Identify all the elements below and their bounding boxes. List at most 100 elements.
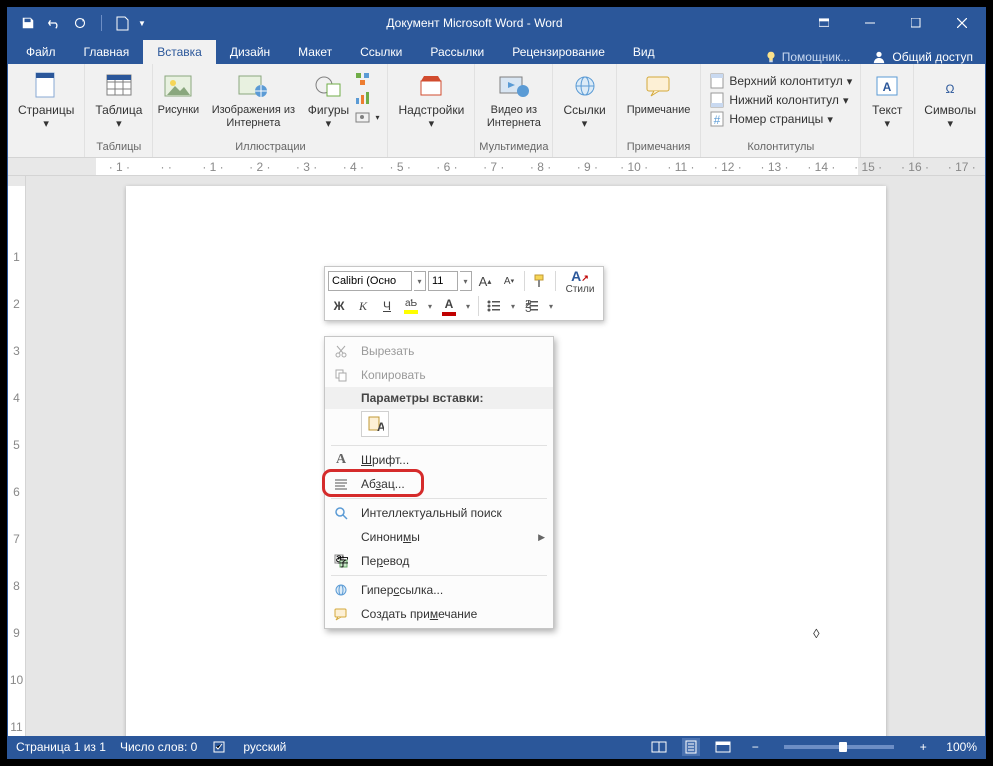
store-icon — [415, 70, 447, 102]
table-button[interactable]: Таблица▾ — [89, 68, 148, 132]
tab-mailings[interactable]: Рассылки — [416, 40, 498, 64]
new-doc-icon[interactable] — [110, 11, 134, 35]
highlight-button[interactable]: aƄ — [400, 295, 422, 317]
copy-icon — [331, 366, 351, 384]
tab-references[interactable]: Ссылки — [346, 40, 416, 64]
tab-insert[interactable]: Вставка — [143, 40, 216, 64]
comment-button[interactable]: Примечание — [621, 68, 697, 119]
smartart-button[interactable] — [351, 70, 383, 88]
bullets-icon[interactable] — [483, 295, 505, 317]
tab-home[interactable]: Главная — [70, 40, 144, 64]
group-text: A Текст▾ — [861, 64, 914, 157]
tell-me-search[interactable]: Помощник... — [754, 50, 861, 64]
pagenum-button[interactable]: #Номер страницы ▾ — [705, 110, 856, 128]
text-button[interactable]: A Текст▾ — [865, 68, 909, 132]
numbering-icon[interactable]: 123 — [521, 295, 543, 317]
mini-font-dd-icon[interactable]: ▾ — [414, 271, 426, 291]
online-pictures-button[interactable]: Изображения из Интернета — [201, 68, 305, 131]
ribbon-display-icon[interactable] — [801, 8, 847, 38]
font-color-button[interactable]: A — [438, 295, 460, 317]
mini-font-name[interactable]: Calibri (Осно — [328, 271, 412, 291]
italic-button[interactable]: К — [352, 295, 374, 317]
chart-button[interactable] — [351, 89, 383, 107]
group-comments: Примечание Примечания — [617, 64, 702, 157]
tab-view[interactable]: Вид — [619, 40, 669, 64]
tab-review[interactable]: Рецензирование — [498, 40, 619, 64]
vertical-ruler[interactable]: 1234567891011 — [8, 176, 26, 736]
undo-icon[interactable] — [42, 11, 66, 35]
ctx-paste-header: Параметры вставки: — [325, 387, 553, 409]
ctx-copy: Копировать — [325, 363, 553, 387]
footer-button[interactable]: Нижний колонтитул ▾ — [705, 91, 856, 109]
pagenum-icon: # — [709, 111, 725, 127]
header-button[interactable]: Верхний колонтитул ▾ — [705, 72, 856, 90]
shapes-icon — [312, 70, 344, 102]
group-pages: Страницы▾ — [8, 64, 85, 157]
ctx-smart-lookup[interactable]: Интеллектуальный поиск — [325, 501, 553, 525]
maximize-icon[interactable] — [893, 8, 939, 38]
ctx-new-comment[interactable]: Создать примечание — [325, 602, 553, 626]
ctx-synonyms[interactable]: Синонимы ▶ — [325, 525, 553, 549]
shrink-font-icon[interactable]: A▾ — [498, 270, 520, 292]
ctx-hyperlink[interactable]: Гиперссылка... — [325, 578, 553, 602]
online-video-button[interactable]: Видео из Интернета — [479, 68, 548, 131]
status-language[interactable]: русский — [243, 740, 286, 754]
bold-button[interactable]: Ж — [328, 295, 350, 317]
print-layout-icon[interactable] — [682, 738, 700, 756]
mini-size-dd-icon[interactable]: ▾ — [460, 271, 472, 291]
numbering-dd-icon[interactable]: ▾ — [545, 296, 557, 316]
ctx-translate[interactable]: a字 Перевод — [325, 549, 553, 573]
ctx-paragraph[interactable]: Абзац... — [325, 472, 553, 496]
zoom-slider[interactable] — [784, 745, 894, 749]
spellcheck-icon[interactable] — [211, 738, 229, 756]
addins-button[interactable]: Надстройки▾ — [392, 68, 470, 132]
close-icon[interactable] — [939, 8, 985, 38]
svg-text:#: # — [714, 113, 721, 127]
format-painter-icon[interactable] — [529, 270, 551, 292]
cursor-mark: ◊ — [813, 626, 819, 641]
symbols-button[interactable]: Ω Символы▾ — [918, 68, 982, 132]
mini-styles-button[interactable]: A↗Стили — [560, 270, 600, 292]
bulb-icon — [764, 50, 778, 64]
comment-icon — [643, 70, 675, 102]
tab-design[interactable]: Дизайн — [216, 40, 284, 64]
paste-keep-text-icon[interactable]: A — [361, 411, 389, 437]
group-addins: Надстройки▾ — [388, 64, 475, 157]
search-icon — [331, 504, 351, 522]
minimize-icon[interactable] — [847, 8, 893, 38]
screenshot-button[interactable]: ▾ — [351, 108, 383, 126]
submenu-arrow-icon: ▶ — [538, 532, 545, 543]
group-header-footer: Верхний колонтитул ▾ Нижний колонтитул ▾… — [701, 64, 861, 157]
status-words[interactable]: Число слов: 0 — [120, 740, 197, 754]
qat-divider — [94, 11, 108, 35]
svg-text:A: A — [883, 80, 892, 94]
tab-file[interactable]: Файл — [12, 40, 70, 64]
qat-dropdown-icon[interactable]: ▼ — [136, 11, 148, 35]
pages-button[interactable]: Страницы▾ — [12, 68, 80, 132]
bullets-dd-icon[interactable]: ▾ — [507, 296, 519, 316]
redo-icon[interactable] — [68, 11, 92, 35]
mini-font-size[interactable]: 11 — [428, 271, 458, 291]
grow-font-icon[interactable]: A▴ — [474, 270, 496, 292]
read-mode-icon[interactable] — [650, 738, 668, 756]
zoom-in-icon[interactable]: + — [914, 738, 932, 756]
fontcolor-dd-icon[interactable]: ▾ — [462, 296, 474, 316]
status-page[interactable]: Страница 1 из 1 — [16, 740, 106, 754]
font-icon: A — [331, 451, 351, 469]
save-icon[interactable] — [16, 11, 40, 35]
highlight-dd-icon[interactable]: ▾ — [424, 296, 436, 316]
tab-layout[interactable]: Макет — [284, 40, 346, 64]
page-icon — [30, 70, 62, 102]
pictures-button[interactable]: Рисунки — [157, 68, 199, 119]
horizontal-ruler[interactable]: · 1 ·· ·· 1 ·· 2 ·· 3 ·· 4 ·· 5 ·· 6 ·· … — [8, 158, 985, 176]
zoom-out-icon[interactable]: − — [746, 738, 764, 756]
web-layout-icon[interactable] — [714, 738, 732, 756]
underline-button[interactable]: Ч — [376, 295, 398, 317]
mini-toolbar: Calibri (Осно▾ 11▾ A▴ A▾ A↗Стили Ж К Ч a… — [324, 266, 604, 321]
online-picture-icon — [237, 70, 269, 102]
ctx-font[interactable]: A Шрифт... — [325, 448, 553, 472]
zoom-level[interactable]: 100% — [946, 740, 977, 754]
shapes-button[interactable]: Фигуры▾ — [307, 68, 349, 132]
links-button[interactable]: Ссылки▾ — [557, 68, 611, 132]
share-button[interactable]: Общий доступ — [860, 50, 985, 64]
